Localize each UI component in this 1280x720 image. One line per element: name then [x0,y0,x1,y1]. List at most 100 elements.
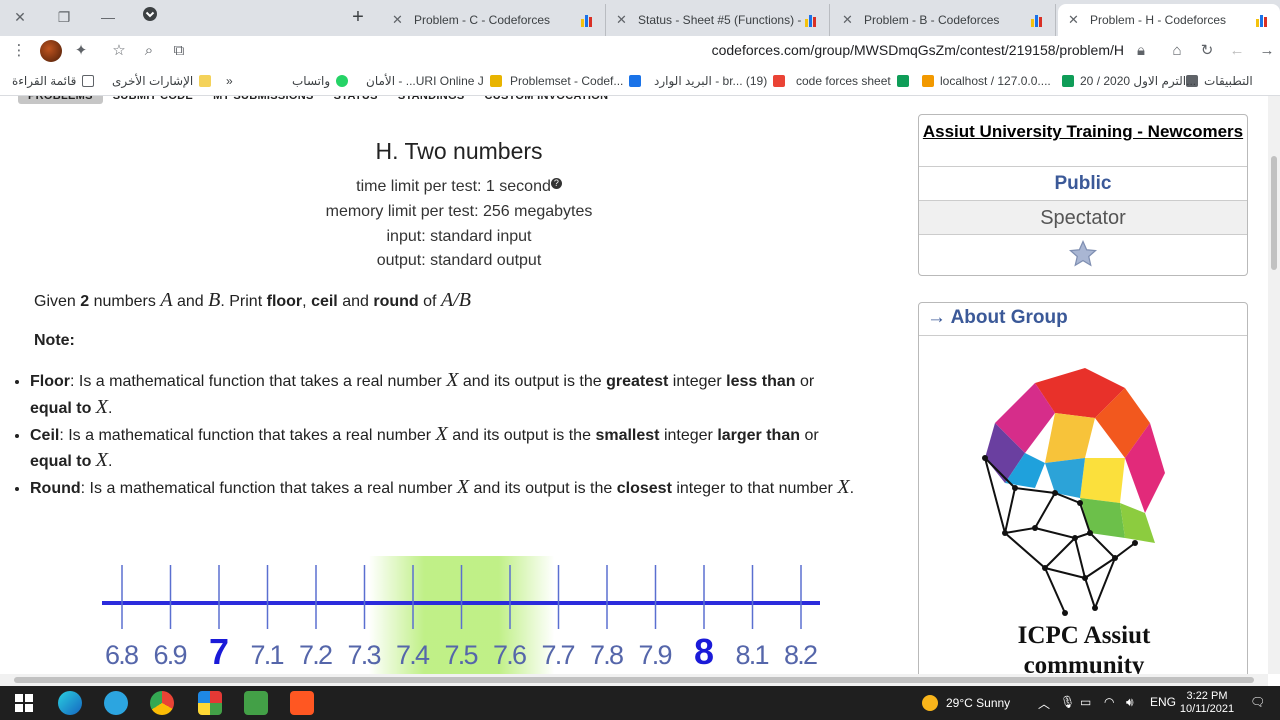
bookmark-whatsapp[interactable]: واتساب [292,74,349,88]
close-tab-icon[interactable]: ✕ [842,12,858,28]
tab-search-icon[interactable] [136,6,164,28]
number-line-label: 7.2 [299,640,333,670]
problem-title: H. Two numbers [375,138,543,164]
horizontal-scrollbar[interactable] [0,674,1268,686]
tray-chevron-icon[interactable]: ︿ [1038,695,1050,712]
zoom-icon[interactable]: ⌕ [138,40,160,62]
close-tab-icon[interactable]: ✕ [616,12,632,28]
logo-caption: ICPC Assiut community [1017,622,1151,674]
subnav-my-submissions[interactable]: MY SUBMISSIONS [203,96,324,104]
output-spec: output: standard output [376,252,542,269]
bookmark-cf-sheet[interactable]: code forces sheet [796,74,909,88]
number-line-image: 6.8 6.9 7 7.1 7.2 7.3 7.4 7.5 7.6 7.7 7.8 7.9 8 8.1 8.… [102,556,820,674]
forward-icon[interactable]: ← [1226,40,1248,62]
translate-icon[interactable]: ⧉ [168,40,190,62]
close-window-icon[interactable]: ✕ [6,6,34,28]
scrollbar-thumb[interactable] [14,677,1254,683]
number-line-label: 7.9 [639,640,673,670]
extensions-icon[interactable]: ✦ [70,40,92,62]
subnav-status[interactable]: STATUS [324,96,388,104]
number-line-label: 7.7 [542,640,576,670]
lock-icon[interactable]: 🔒︎ [1130,40,1152,62]
subnav-standings[interactable]: STANDINGS [388,96,475,104]
time-limit: time limit per test: 1 second? [30,178,888,196]
number-line-label: 7.8 [590,640,624,670]
edge-icon[interactable] [58,691,82,715]
about-group-title[interactable]: → About Group [919,303,1247,336]
bookmark-uri[interactable]: الأمان - ...URI Online J [366,74,502,88]
subnav-custom[interactable]: CUSTOM INVOCATION [474,96,618,104]
recorder-icon[interactable] [290,691,314,715]
page-content: PROBLEMS SUBMIT CODE MY SUBMISSIONS STAT… [0,96,1268,674]
tab-problem-h[interactable]: ✕ Problem - H - Codeforces [1058,4,1280,36]
bookmarks-bar: التطبيقات الترم الاول 2020 / 20... local… [0,66,1280,96]
group-title-link[interactable]: Assiut University Training - Newcomers [919,115,1247,167]
minimize-window-icon[interactable]: — [94,6,122,28]
bookmark-drive-term[interactable]: الترم الاول 2020 / 20... [1062,74,1196,88]
scrollbar-thumb[interactable] [1271,156,1277,270]
reading-list-icon [82,75,95,87]
windows-start-icon[interactable] [12,691,36,715]
bookmark-star-icon[interactable]: ☆ [108,40,130,62]
note-label: Note: [34,332,75,349]
browser-tab-bar: ✕ ❐ — + ✕ Problem - C - Codeforces ✕ Sta… [0,0,1280,36]
close-tab-icon[interactable]: ✕ [1068,12,1084,28]
subnav-problems[interactable]: PROBLEMS [18,96,103,104]
number-line-label: 7.3 [348,640,382,670]
tab-status-sheet5[interactable]: ✕ Status - Sheet #5 (Functions) - Codefo… [606,4,830,36]
volume-icon[interactable]: 🔊︎ [1126,695,1134,710]
profile-avatar[interactable] [40,40,62,62]
wifi-icon[interactable]: ◠ [1104,695,1114,709]
subnav-submit[interactable]: SUBMIT CODE [103,96,203,104]
number-line-label: 7.6 [493,640,527,670]
chrome-icon[interactable] [150,691,174,715]
icpc-brain-logo-icon [982,368,1165,616]
restore-window-icon[interactable]: ❐ [50,6,78,28]
memory-limit: memory limit per test: 256 megabytes [325,203,593,220]
number-line-label: 8.2 [784,640,818,670]
reading-list[interactable]: قائمة القراءة [12,74,95,88]
contest-subnav: PROBLEMS SUBMIT CODE MY SUBMISSIONS STAT… [18,96,618,104]
codeforces-favicon-icon [1256,13,1270,27]
gmail-icon [773,75,786,87]
phpmyadmin-icon [922,75,934,87]
home-icon[interactable]: ⌂ [1166,40,1188,62]
microphone-icon[interactable]: 🎙︎ [1060,695,1075,709]
system-clock[interactable]: 3:22 PM 10/11/2021 [1172,690,1242,716]
bookmarks-overflow[interactable]: » [226,74,233,88]
winrar-icon[interactable] [198,691,222,715]
bookmark-gmail[interactable]: البريد الوارد - br... (19) [654,74,786,88]
reload-icon[interactable]: ↻ [1196,40,1218,62]
number-line-label: 6.8 [105,640,139,670]
folder-icon [199,75,212,87]
address-bar[interactable]: codeforces.com/group/MWSDmqGsZm/contest/… [600,42,1124,58]
close-tab-icon[interactable]: ✕ [392,12,408,28]
codeforces-favicon-icon [1031,13,1045,27]
tab-problem-c[interactable]: ✕ Problem - C - Codeforces [382,4,606,36]
codeforces-icon [629,75,642,87]
number-line-label: 6.9 [154,640,188,670]
windows-taskbar: 29°C Sunny ︿ 🎙︎ ▭ ◠ 🔊︎ ENG 3:22 PM 10/11… [0,686,1280,720]
tab-problem-b[interactable]: ✕ Problem - B - Codeforces [832,4,1056,36]
battery-icon[interactable]: ▭ [1080,695,1091,709]
list-item: Ceil: Is a mathematical function that ta… [30,422,860,475]
input-spec: input: standard input [386,228,532,245]
help-icon[interactable]: ? [550,178,562,189]
back-icon[interactable]: → [1256,40,1278,62]
number-line-label: 7.5 [445,640,479,670]
notifications-icon[interactable]: 🗨︎ [1250,695,1265,709]
vertical-scrollbar[interactable] [1268,96,1280,674]
star-icon [1068,239,1098,267]
bookmark-other[interactable]: الإشارات الأخرى [112,74,212,88]
camtasia-icon[interactable] [244,691,268,715]
bookmark-localhost[interactable]: localhost / 127.0.0.... [922,74,1051,88]
codeforces-favicon-icon [581,13,595,27]
menu-dots-icon[interactable]: ⋮ [8,40,30,62]
weather-widget[interactable]: 29°C Sunny [922,695,1010,711]
telegram-icon[interactable] [104,691,128,715]
browser-toolbar: ⋮ ✦ ☆ ⌕ ⧉ codeforces.com/group/MWSDmqGsZ… [0,36,1280,66]
favorite-star-button[interactable] [919,235,1247,275]
new-tab-button[interactable]: + [346,6,370,30]
number-line-label: 7.4 [396,640,430,670]
bookmark-problemset[interactable]: Problemset - Codef... [510,74,642,88]
